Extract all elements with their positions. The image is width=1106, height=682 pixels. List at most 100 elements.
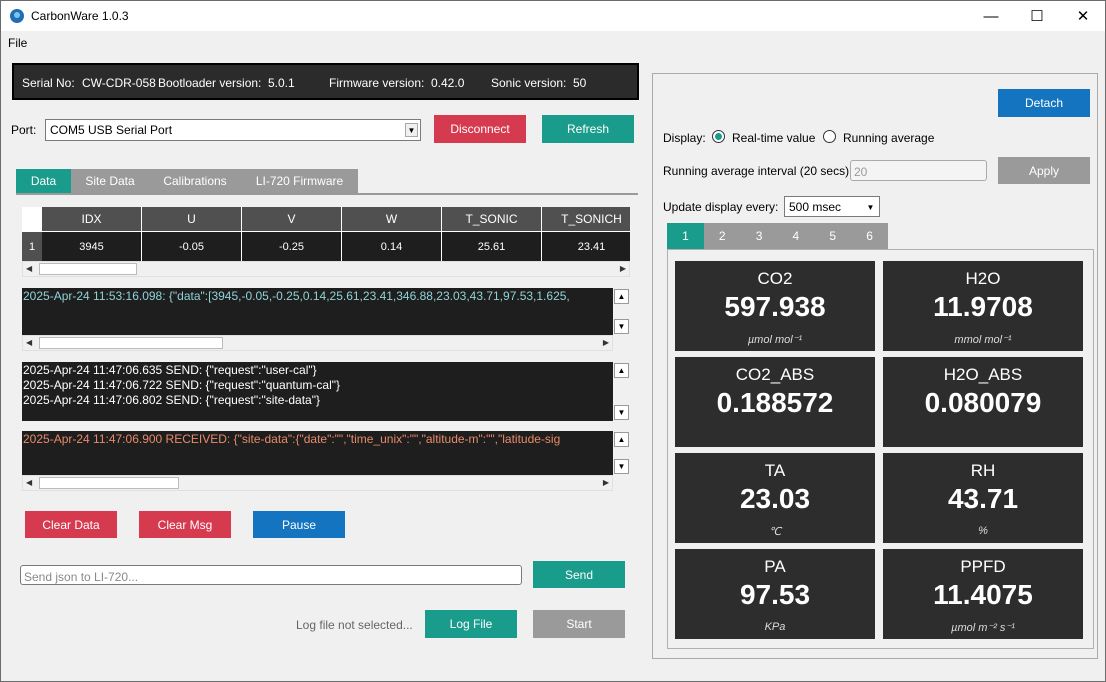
receive-console[interactable]: 2025-Apr-24 11:47:06.900 RECEIVED: {"sit… bbox=[22, 431, 613, 475]
data-grid: IDX U V W T_SONIC T_SONICH 1 3945 -0.05 … bbox=[22, 207, 630, 261]
data-console-scroll-thumb[interactable] bbox=[39, 337, 223, 349]
receive-console-vscroll[interactable]: ▲ ▼ bbox=[613, 431, 630, 475]
scroll-up-icon[interactable]: ▲ bbox=[614, 289, 629, 304]
close-button[interactable]: ✕ bbox=[1060, 1, 1106, 31]
grid-header-t-sonic[interactable]: T_SONIC bbox=[442, 207, 542, 231]
card-value: 11.4075 bbox=[933, 579, 1033, 610]
scroll-up-icon[interactable]: ▲ bbox=[614, 363, 629, 378]
send-console-line: 2025-Apr-24 11:47:06.722 SEND: {"request… bbox=[23, 378, 341, 392]
page-tabs: 1 2 3 4 5 6 bbox=[667, 223, 888, 249]
card-name: PPFD bbox=[960, 557, 1006, 576]
grid-header-idx[interactable]: IDX bbox=[42, 207, 142, 231]
tab-li720-firmware[interactable]: LI-720 Firmware bbox=[241, 169, 358, 193]
pause-button[interactable]: Pause bbox=[253, 511, 345, 538]
card-name: CO2_ABS bbox=[735, 365, 815, 384]
log-file-status: Log file not selected... bbox=[296, 618, 413, 632]
card-value: 0.188572 bbox=[716, 387, 834, 418]
apply-button[interactable]: Apply bbox=[998, 157, 1090, 184]
tab-page-2[interactable]: 2 bbox=[704, 223, 741, 249]
data-console-hscroll[interactable]: ◀ ▶ bbox=[22, 335, 613, 351]
clear-msg-button[interactable]: Clear Msg bbox=[139, 511, 231, 538]
interval-input[interactable]: 20 bbox=[850, 160, 987, 181]
update-interval-select[interactable]: 500 msec ▼ bbox=[784, 196, 880, 217]
scroll-left-icon[interactable]: ◀ bbox=[26, 338, 32, 347]
card-name: CO2 bbox=[757, 269, 793, 288]
tab-site-data[interactable]: Site Data bbox=[71, 169, 149, 193]
card-name: PA bbox=[764, 557, 786, 576]
grid-cell-t-sonic[interactable]: 25.61 bbox=[442, 231, 542, 261]
scroll-down-icon[interactable]: ▼ bbox=[614, 405, 629, 420]
card-value: 11.9708 bbox=[933, 291, 1033, 322]
card-unit: ℃ bbox=[768, 526, 782, 538]
card-name: RH bbox=[970, 461, 996, 480]
scroll-left-icon[interactable]: ◀ bbox=[26, 264, 32, 273]
refresh-button[interactable]: Refresh bbox=[542, 115, 634, 143]
detach-button[interactable]: Detach bbox=[998, 89, 1090, 117]
scroll-up-icon[interactable]: ▲ bbox=[614, 432, 629, 447]
send-console-vscroll[interactable]: ▲ ▼ bbox=[613, 362, 630, 421]
grid-cell-w[interactable]: 0.14 bbox=[342, 231, 442, 261]
data-console-vscroll[interactable]: ▲ ▼ bbox=[613, 288, 630, 335]
update-label: Update display every: bbox=[663, 200, 779, 214]
minimize-button[interactable]: — bbox=[968, 1, 1014, 31]
receive-console-scroll-thumb[interactable] bbox=[39, 477, 179, 489]
realtime-radio[interactable] bbox=[712, 130, 725, 143]
tab-page-1[interactable]: 1 bbox=[667, 223, 704, 249]
card-ta: TA 23.03 ℃ bbox=[675, 453, 875, 543]
grid-scroll-thumb[interactable] bbox=[39, 263, 137, 275]
card-value: 43.71 bbox=[947, 483, 1019, 514]
card-name: TA bbox=[764, 461, 786, 480]
scroll-down-icon[interactable]: ▼ bbox=[614, 459, 629, 474]
grid-header-v[interactable]: V bbox=[242, 207, 342, 231]
sonic-label: Sonic version: bbox=[491, 76, 567, 90]
serial-value: CW-CDR-058 bbox=[82, 76, 156, 90]
card-unit: mmol mol⁻¹ bbox=[954, 334, 1012, 346]
grid-hscrollbar[interactable]: ◀ ▶ bbox=[22, 261, 630, 277]
scroll-right-icon[interactable]: ▶ bbox=[620, 264, 626, 273]
grid-cell-t-sonich[interactable]: 23.41 bbox=[542, 231, 630, 261]
receive-console-hscroll[interactable]: ◀ ▶ bbox=[22, 475, 613, 491]
port-select[interactable]: COM5 USB Serial Port ▼ bbox=[45, 119, 421, 141]
card-value: 23.03 bbox=[739, 483, 811, 514]
disconnect-button[interactable]: Disconnect bbox=[434, 115, 526, 143]
log-file-button[interactable]: Log File bbox=[425, 610, 517, 638]
send-button[interactable]: Send bbox=[533, 561, 625, 588]
receive-console-line: 2025-Apr-24 11:47:06.900 RECEIVED: {"sit… bbox=[23, 432, 561, 446]
tab-page-5[interactable]: 5 bbox=[814, 223, 851, 249]
menu-file[interactable]: File bbox=[8, 36, 27, 50]
send-json-input[interactable]: Send json to LI-720... bbox=[20, 565, 522, 585]
card-unit: KPa bbox=[764, 621, 786, 633]
chevron-down-icon: ▼ bbox=[864, 200, 877, 214]
menu-bar: File bbox=[1, 32, 1105, 54]
tab-page-6[interactable]: 6 bbox=[851, 223, 888, 249]
tab-page-4[interactable]: 4 bbox=[777, 223, 814, 249]
scroll-right-icon[interactable]: ▶ bbox=[603, 338, 609, 347]
grid-cell-u[interactable]: -0.05 bbox=[142, 231, 242, 261]
start-button[interactable]: Start bbox=[533, 610, 625, 638]
running-average-label[interactable]: Running average bbox=[843, 131, 934, 145]
tab-data[interactable]: Data bbox=[16, 169, 71, 193]
card-value: 597.938 bbox=[724, 291, 826, 322]
send-console[interactable]: 2025-Apr-24 11:47:06.635 SEND: {"request… bbox=[22, 362, 613, 421]
scroll-left-icon[interactable]: ◀ bbox=[26, 478, 32, 487]
data-console[interactable]: 2025-Apr-24 11:53:16.098: {"data":[3945,… bbox=[22, 288, 613, 335]
serial-label: Serial No: bbox=[22, 76, 75, 90]
tab-calibrations[interactable]: Calibrations bbox=[149, 169, 241, 193]
tabs-divider bbox=[16, 193, 638, 195]
running-average-radio[interactable] bbox=[823, 130, 836, 143]
maximize-button[interactable]: ☐ bbox=[1014, 1, 1060, 31]
tab-page-3[interactable]: 3 bbox=[741, 223, 778, 249]
scroll-right-icon[interactable]: ▶ bbox=[603, 478, 609, 487]
grid-cell-idx[interactable]: 3945 bbox=[42, 231, 142, 261]
card-rh: RH 43.71 % bbox=[883, 453, 1083, 543]
card-h2o: H2O 11.9708 mmol mol⁻¹ bbox=[883, 261, 1083, 351]
clear-data-button[interactable]: Clear Data bbox=[25, 511, 117, 538]
scroll-down-icon[interactable]: ▼ bbox=[614, 319, 629, 334]
card-value: 0.080079 bbox=[924, 387, 1042, 418]
card-pa: PA 97.53 KPa bbox=[675, 549, 875, 639]
realtime-label[interactable]: Real-time value bbox=[732, 131, 815, 145]
grid-header-w[interactable]: W bbox=[342, 207, 442, 231]
grid-header-t-sonich[interactable]: T_SONICH bbox=[542, 207, 630, 231]
grid-header-u[interactable]: U bbox=[142, 207, 242, 231]
grid-cell-v[interactable]: -0.25 bbox=[242, 231, 342, 261]
